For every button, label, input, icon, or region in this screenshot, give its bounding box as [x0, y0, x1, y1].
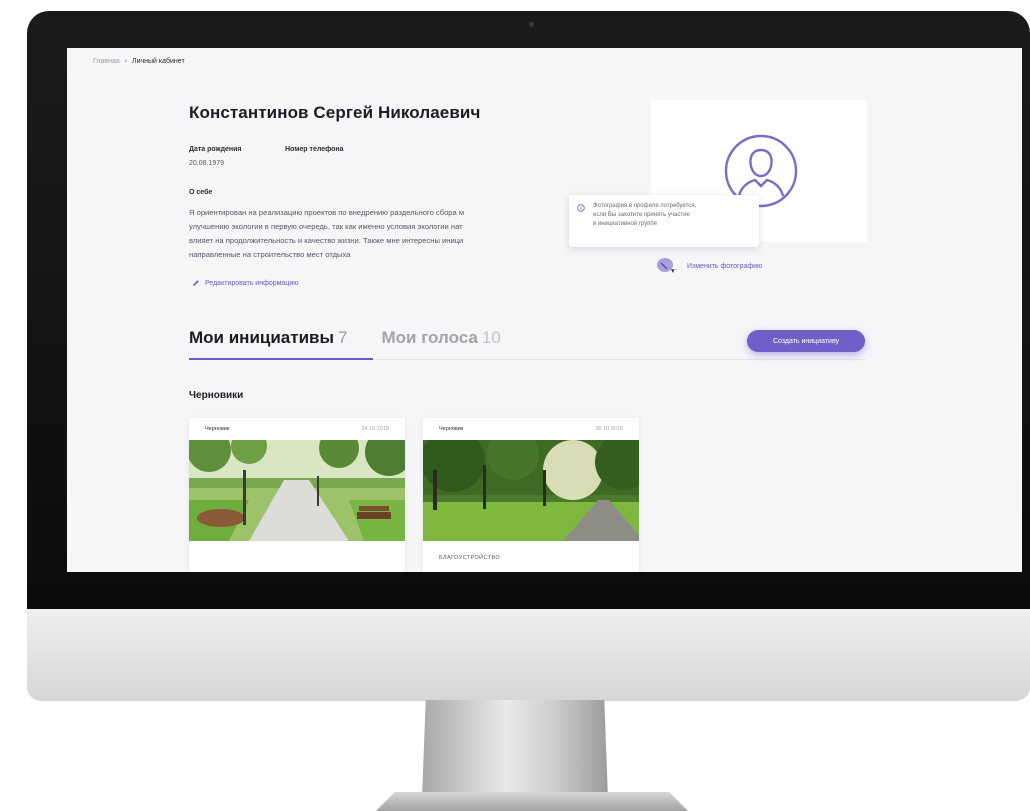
card-date: 24.10.2018 [361, 426, 389, 432]
park-path-image [423, 440, 639, 541]
tab-label: Мои голоса [381, 328, 478, 347]
tab-my-initiatives[interactable]: Мои инициативы 7 [189, 328, 347, 348]
monitor-stand [0, 700, 1030, 811]
card-status: Черновик [439, 426, 464, 432]
birth-date-label: Дата рождения [189, 146, 242, 153]
park-alley-image [189, 440, 405, 541]
breadcrumb: Главная › Личный кабинет [93, 58, 185, 65]
breadcrumb-current: Личный кабинет [132, 58, 185, 65]
change-photo-button[interactable]: Изменить фотографию [655, 257, 762, 275]
about-line: влияет на продолжительность и качество ж… [189, 236, 464, 245]
tooltip-text: Фотография в профиле потребуется, если В… [593, 202, 753, 229]
camera-icon [529, 22, 534, 27]
about-text: Я ориентирован на реализацию проектов по… [189, 206, 581, 262]
change-photo-label: Изменить фотографию [687, 262, 763, 270]
edit-info-label: Редактировать информацию [205, 279, 299, 287]
create-initiative-button[interactable]: Создать инициативу [747, 330, 865, 352]
breadcrumb-home[interactable]: Главная [93, 58, 120, 65]
tooltip-line: Фотография в профиле потребуется, [593, 203, 697, 209]
tab-count: 10 [481, 328, 501, 347]
card-status: Черновик [205, 426, 230, 432]
birth-date-value: 20.08.1979 [189, 160, 225, 167]
chevron-right-icon: › [124, 58, 127, 65]
card-header: Черновик 30.10.2018 [423, 418, 639, 440]
screen: Главная › Личный кабинет Константинов Се… [67, 48, 1022, 572]
draft-card[interactable]: Черновик 30.10.2018 БЛАГОУСТРОЙСТВО [423, 418, 639, 572]
about-line: улучшению экологии в первую очередь, так… [189, 222, 463, 231]
stand-base [376, 792, 688, 811]
card-category: БЛАГОУСТРОЙСТВО [439, 555, 501, 561]
edit-info-link[interactable]: Редактировать информацию [192, 279, 299, 287]
paperclip-icon [657, 258, 677, 273]
about-label: О себе [189, 189, 213, 196]
info-icon [577, 204, 585, 212]
about-line: Я ориентирован на реализацию проектов по… [189, 208, 465, 217]
pencil-icon [193, 280, 199, 286]
tooltip-line: если Вы захотите принять участие [593, 212, 690, 218]
stand-neck [422, 700, 608, 798]
monitor-chin [27, 609, 1030, 701]
profile-name: Константинов Сергей Николаевич [189, 103, 481, 122]
phone-label: Номер телефона [285, 146, 344, 153]
photo-tooltip: Фотография в профиле потребуется, если В… [569, 195, 759, 247]
tooltip-line: в инициативной группе [593, 221, 658, 227]
tab-bar: Мои инициативы 7 Мои голоса 10 [189, 328, 501, 348]
tab-count: 7 [338, 328, 348, 347]
card-header: Черновик 24.10.2018 [189, 418, 405, 440]
draft-card[interactable]: Черновик 24.10.2018 [189, 418, 405, 572]
tab-my-votes[interactable]: Мои голоса 10 [381, 328, 500, 348]
tab-label: Мои инициативы [189, 328, 334, 347]
card-date: 30.10.2018 [595, 426, 623, 432]
active-tab-indicator [189, 358, 373, 360]
about-line: направленные на строительство мест отдых… [189, 250, 351, 259]
drafts-heading: Черновики [189, 390, 244, 401]
